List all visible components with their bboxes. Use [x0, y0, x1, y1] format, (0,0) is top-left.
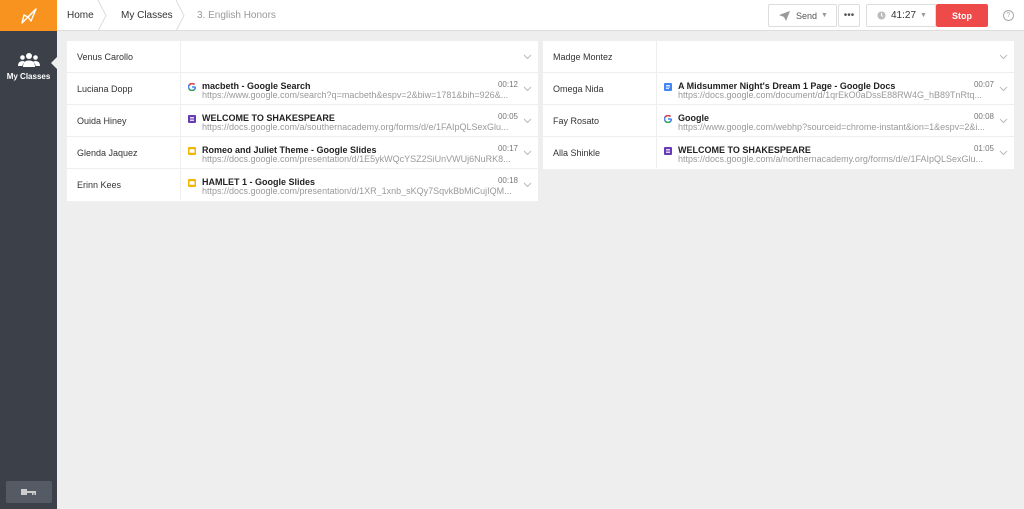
student-name: Venus Carollo — [67, 41, 181, 72]
student-panel-left: Venus Carollo Luciana Dopp macbeth - Goo… — [67, 41, 538, 201]
student-row[interactable]: Madge Montez — [543, 41, 1014, 73]
slides-icon — [188, 179, 196, 187]
chevron-down-icon[interactable] — [523, 116, 532, 125]
toggle-button[interactable] — [6, 481, 52, 503]
chevron-down-icon[interactable] — [999, 52, 1008, 61]
compass-logo-icon — [20, 7, 37, 24]
sidebar-item-label: My Classes — [6, 72, 51, 81]
student-name: Alla Shinkle — [543, 137, 657, 168]
chevron-down-icon[interactable] — [523, 52, 532, 61]
users-icon — [17, 53, 40, 67]
docs-icon — [664, 83, 672, 91]
help-icon[interactable]: ? — [1003, 10, 1014, 21]
forms-icon — [188, 115, 196, 123]
student-name: Omega Nida — [543, 73, 657, 104]
breadcrumb-my-classes[interactable]: My Classes — [121, 0, 173, 31]
activity-time: 00:18 — [497, 176, 518, 185]
activity-url: https://docs.google.com/a/southernacadem… — [202, 122, 509, 132]
activity-cell: macbeth - Google Search https://www.goog… — [181, 73, 538, 104]
student-name: Glenda Jaquez — [67, 137, 181, 168]
activity-cell — [657, 41, 1014, 72]
slides-icon — [188, 147, 196, 155]
clock-icon — [877, 11, 886, 20]
student-name: Erinn Kees — [67, 169, 181, 200]
breadcrumb-separator-icon — [97, 0, 107, 31]
activity-url: https://www.google.com/webhp?sourceid=ch… — [678, 122, 985, 132]
sidebar: My Classes — [0, 0, 57, 509]
student-row[interactable]: Erinn Kees HAMLET 1 - Google Slides http… — [67, 169, 538, 201]
activity-cell: A Midsummer Night's Dream 1 Page - Googl… — [657, 73, 1014, 104]
chevron-down-icon[interactable] — [999, 116, 1008, 125]
activity-cell: WELCOME TO SHAKESPEARE https://docs.goog… — [181, 105, 538, 136]
activity-time: 00:07 — [973, 80, 994, 89]
top-bar: Home My Classes 3. English Honors Send ▼… — [57, 0, 1024, 31]
sidebar-item-my-classes[interactable]: My Classes — [0, 44, 57, 94]
chevron-down-icon[interactable] — [523, 148, 532, 157]
activity-cell — [181, 41, 538, 72]
activity-time: 01:05 — [973, 144, 994, 153]
student-name: Fay Rosato — [543, 105, 657, 136]
activity-url: https://docs.google.com/presentation/d/1… — [202, 154, 511, 164]
breadcrumb-current-class: 3. English Honors — [197, 10, 276, 21]
key-icon — [21, 489, 36, 495]
timer-button[interactable]: 41:27 ▼ — [866, 4, 936, 27]
student-row[interactable]: Alla Shinkle WELCOME TO SHAKESPEARE http… — [543, 137, 1014, 169]
activity-url: https://docs.google.com/a/northernacadem… — [678, 154, 983, 164]
activity-url: https://www.google.com/search?q=macbeth&… — [202, 90, 509, 100]
send-button[interactable]: Send ▼ — [768, 4, 837, 27]
paper-plane-icon — [779, 10, 790, 21]
chevron-down-icon: ▼ — [821, 12, 828, 19]
activity-cell: WELCOME TO SHAKESPEARE https://docs.goog… — [657, 137, 1014, 168]
student-row[interactable]: Glenda Jaquez Romeo and Juliet Theme - G… — [67, 137, 538, 169]
breadcrumb-home[interactable]: Home — [67, 0, 94, 31]
activity-url: https://docs.google.com/document/d/1qrEk… — [678, 90, 982, 100]
activity-time: 00:05 — [497, 112, 518, 121]
student-panel-right: Madge Montez Omega Nida A Midsummer Nigh… — [543, 41, 1014, 169]
send-label: Send — [796, 10, 818, 21]
timer-value: 41:27 — [891, 10, 917, 21]
forms-icon — [664, 147, 672, 155]
activity-time: 00:12 — [497, 80, 518, 89]
student-row[interactable]: Omega Nida A Midsummer Night's Dream 1 P… — [543, 73, 1014, 105]
stop-button[interactable]: Stop — [936, 4, 988, 27]
more-options-button[interactable]: ••• — [838, 4, 860, 27]
chevron-down-icon[interactable] — [523, 180, 532, 189]
activity-cell: HAMLET 1 - Google Slides https://docs.go… — [181, 169, 538, 200]
active-caret — [51, 57, 57, 69]
activity-time: 00:17 — [497, 144, 518, 153]
student-row[interactable]: Ouida Hiney WELCOME TO SHAKESPEARE https… — [67, 105, 538, 137]
google-icon — [188, 83, 196, 91]
google-icon — [664, 115, 672, 123]
chevron-down-icon: ▼ — [920, 12, 927, 19]
breadcrumb-separator-icon — [175, 0, 185, 31]
activity-cell: Romeo and Juliet Theme - Google Slides h… — [181, 137, 538, 168]
student-row[interactable]: Luciana Dopp macbeth - Google Search htt… — [67, 73, 538, 105]
activity-cell: Google https://www.google.com/webhp?sour… — [657, 105, 1014, 136]
activity-time: 00:08 — [973, 112, 994, 121]
chevron-down-icon[interactable] — [999, 84, 1008, 93]
activity-url: https://docs.google.com/presentation/d/1… — [202, 186, 512, 196]
chevron-down-icon[interactable] — [523, 84, 532, 93]
student-name: Madge Montez — [543, 41, 657, 72]
student-row[interactable]: Venus Carollo — [67, 41, 538, 73]
chevron-down-icon[interactable] — [999, 148, 1008, 157]
student-name: Ouida Hiney — [67, 105, 181, 136]
app-logo[interactable] — [0, 0, 57, 31]
student-name: Luciana Dopp — [67, 73, 181, 104]
student-row[interactable]: Fay Rosato Google https://www.google.com… — [543, 105, 1014, 137]
